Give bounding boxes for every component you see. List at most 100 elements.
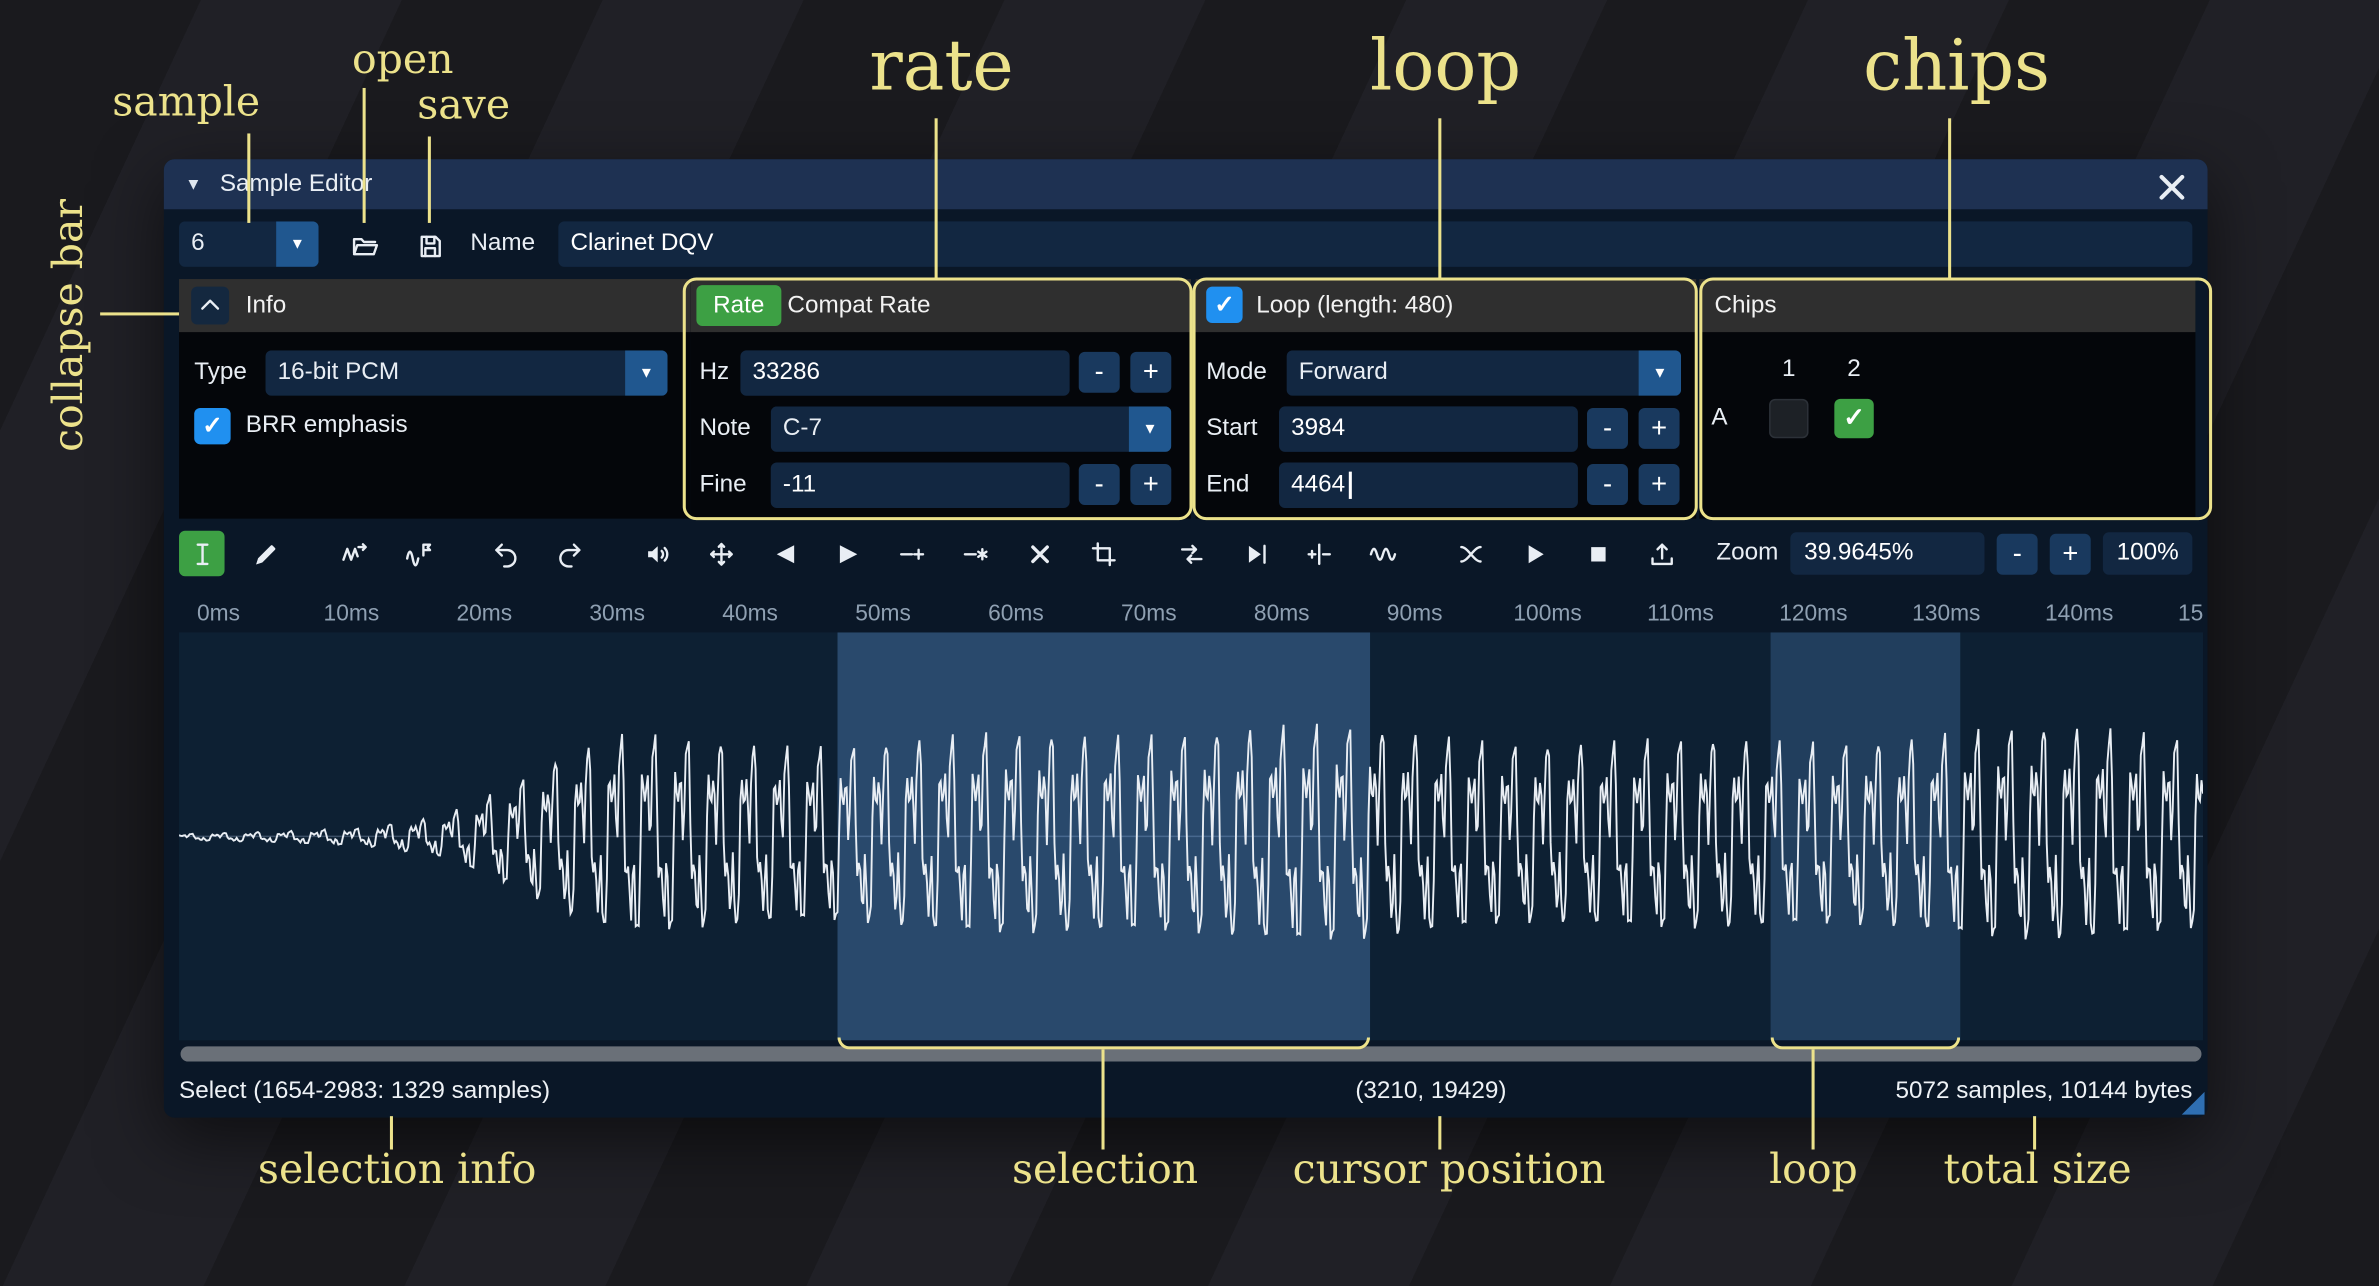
sine-wave-icon	[1368, 539, 1397, 568]
check-icon: ✓	[1214, 290, 1234, 320]
amplify-button[interactable]	[634, 531, 680, 576]
chevron-down-icon[interactable]: ▼	[1129, 406, 1171, 451]
redo-button[interactable]	[546, 531, 592, 576]
loop-start-input[interactable]: 3984	[1279, 406, 1578, 451]
note-select-value: C-7	[771, 406, 1129, 451]
loop-panel-header: ✓ Loop (length: 480)	[1196, 279, 1697, 332]
undo-button[interactable]	[482, 531, 528, 576]
speaker-icon	[643, 539, 672, 568]
annotation-line-open	[363, 88, 366, 223]
compat-rate-tab[interactable]: Compat Rate	[787, 279, 930, 332]
crossfade-button[interactable]	[1447, 531, 1493, 576]
fade-out-button[interactable]	[825, 531, 871, 576]
annotation-loop-bottom: loop	[1769, 1146, 1858, 1193]
open-folder-icon	[350, 231, 379, 260]
loop-end-minus-button[interactable]: -	[1587, 464, 1628, 505]
loop-end-plus-button[interactable]: +	[1639, 464, 1680, 505]
brr-emphasis-checkbox[interactable]: ✓	[194, 408, 230, 444]
chevron-down-icon[interactable]: ▼	[625, 350, 667, 395]
loop-end-input[interactable]: 4464	[1279, 463, 1578, 508]
annotation-cursor-position: cursor position	[1293, 1146, 1606, 1193]
chip-checkbox-2[interactable]: ✓	[1834, 399, 1873, 438]
invert-button[interactable]	[1232, 531, 1278, 576]
chevron-down-icon[interactable]: ▼	[276, 221, 318, 266]
loop-end-value: 4464	[1291, 472, 1345, 499]
total-size-text: 5072 samples, 10144 bytes	[1895, 1078, 2192, 1105]
normalize-button[interactable]	[698, 531, 744, 576]
collapse-bar-button[interactable]	[191, 287, 229, 325]
status-bar: Select (1654-2983: 1329 samples) (3210, …	[164, 1065, 2208, 1118]
rate-panel-body: Hz 33286 - + Note C-7 ▼ Fine -11 - +	[690, 332, 1191, 519]
rate-tab[interactable]: Rate	[696, 285, 781, 326]
fine-minus-button[interactable]: -	[1079, 464, 1120, 505]
waveform-display[interactable]	[179, 632, 2203, 1040]
reverse-button[interactable]	[1168, 531, 1214, 576]
resize-grip[interactable]	[2182, 1092, 2205, 1115]
timeline-ruler[interactable]: 0ms10ms20ms30ms40ms50ms60ms70ms80ms90ms1…	[179, 591, 2203, 630]
hz-minus-button[interactable]: -	[1079, 352, 1120, 393]
chevron-up-icon	[196, 291, 225, 320]
chip-checkbox-1[interactable]	[1769, 399, 1808, 438]
ruler-tick-label: 140ms	[2045, 601, 2113, 627]
filter-button[interactable]	[1359, 531, 1405, 576]
close-icon[interactable]	[2157, 173, 2186, 202]
fade-in-button[interactable]	[762, 531, 808, 576]
window-collapse-icon[interactable]: ▼	[185, 175, 202, 193]
fine-input[interactable]: -11	[771, 463, 1070, 508]
delete-button[interactable]	[1017, 531, 1063, 576]
hz-value: 33286	[753, 359, 821, 386]
fine-plus-button[interactable]: +	[1130, 464, 1171, 505]
trim-button[interactable]	[1080, 531, 1126, 576]
note-select[interactable]: C-7 ▼	[771, 406, 1172, 451]
type-select[interactable]: 16-bit PCM ▼	[266, 350, 668, 395]
loop-enable-checkbox[interactable]: ✓	[1206, 287, 1242, 323]
zoom-in-button[interactable]: +	[2050, 533, 2091, 574]
sample-select-value: 6	[179, 221, 276, 266]
line-plus-icon	[897, 539, 926, 568]
zoom-reset-button[interactable]: 100%	[2103, 532, 2192, 574]
annotation-line-save	[428, 136, 431, 222]
select-mode-button[interactable]	[179, 531, 225, 576]
ruler-tick-label: 40ms	[722, 601, 778, 627]
resize-button[interactable]	[331, 531, 377, 576]
save-button[interactable]	[407, 223, 453, 268]
rate-panel-header: Rate Compat Rate	[690, 279, 1191, 332]
right-triangle-icon	[834, 539, 863, 568]
loop-start-plus-button[interactable]: +	[1639, 408, 1680, 449]
chips-panel-title: Chips	[1714, 279, 1776, 332]
upload-icon	[1647, 539, 1676, 568]
stop-button[interactable]	[1575, 531, 1621, 576]
rate-tab-label: Rate	[713, 292, 764, 319]
silence-button[interactable]	[953, 531, 999, 576]
annotation-line-chips	[1948, 118, 1951, 279]
zoom-out-button[interactable]: -	[1997, 533, 2038, 574]
create-wavetable-button[interactable]	[1639, 531, 1685, 576]
draw-mode-button[interactable]	[243, 531, 289, 576]
mode-label: Mode	[1206, 350, 1267, 395]
open-button[interactable]	[341, 223, 387, 268]
sample-select[interactable]: 6 ▼	[179, 221, 319, 266]
zoom-label: Zoom	[1716, 540, 1778, 567]
hz-plus-button[interactable]: +	[1130, 352, 1171, 393]
annotation-line-selection	[1102, 1049, 1105, 1149]
resample-button[interactable]	[394, 531, 440, 576]
preview-button[interactable]	[1511, 531, 1557, 576]
titlebar[interactable]: ▼ Sample Editor	[164, 159, 2208, 209]
ruler-tick-label: 130ms	[1912, 601, 1980, 627]
loop-start-minus-button[interactable]: -	[1587, 408, 1628, 449]
loop-mode-select[interactable]: Forward ▼	[1287, 350, 1681, 395]
zoom-input[interactable]: 39.9645%	[1790, 532, 1984, 574]
chips-panel: Chips 1 2 A ✓	[1699, 279, 2195, 519]
insert-silence-button[interactable]	[889, 531, 935, 576]
ruler-tick-label: 100ms	[1513, 601, 1581, 627]
annotation-save: save	[417, 82, 510, 129]
pencil-icon	[251, 539, 280, 568]
hz-input[interactable]: 33286	[740, 350, 1069, 395]
chevron-down-icon[interactable]: ▼	[1639, 350, 1681, 395]
selection-info-text: Select (1654-2983: 1329 samples)	[179, 1078, 550, 1105]
arrows-cross-icon	[706, 539, 735, 568]
sign-button[interactable]	[1296, 531, 1342, 576]
annotation-line-rate	[935, 118, 938, 279]
cursor-position-text: (3210, 19429)	[1355, 1078, 1506, 1105]
sample-editor-window: ▼ Sample Editor 6 ▼ Name Clarinet DQV	[164, 159, 2208, 1117]
